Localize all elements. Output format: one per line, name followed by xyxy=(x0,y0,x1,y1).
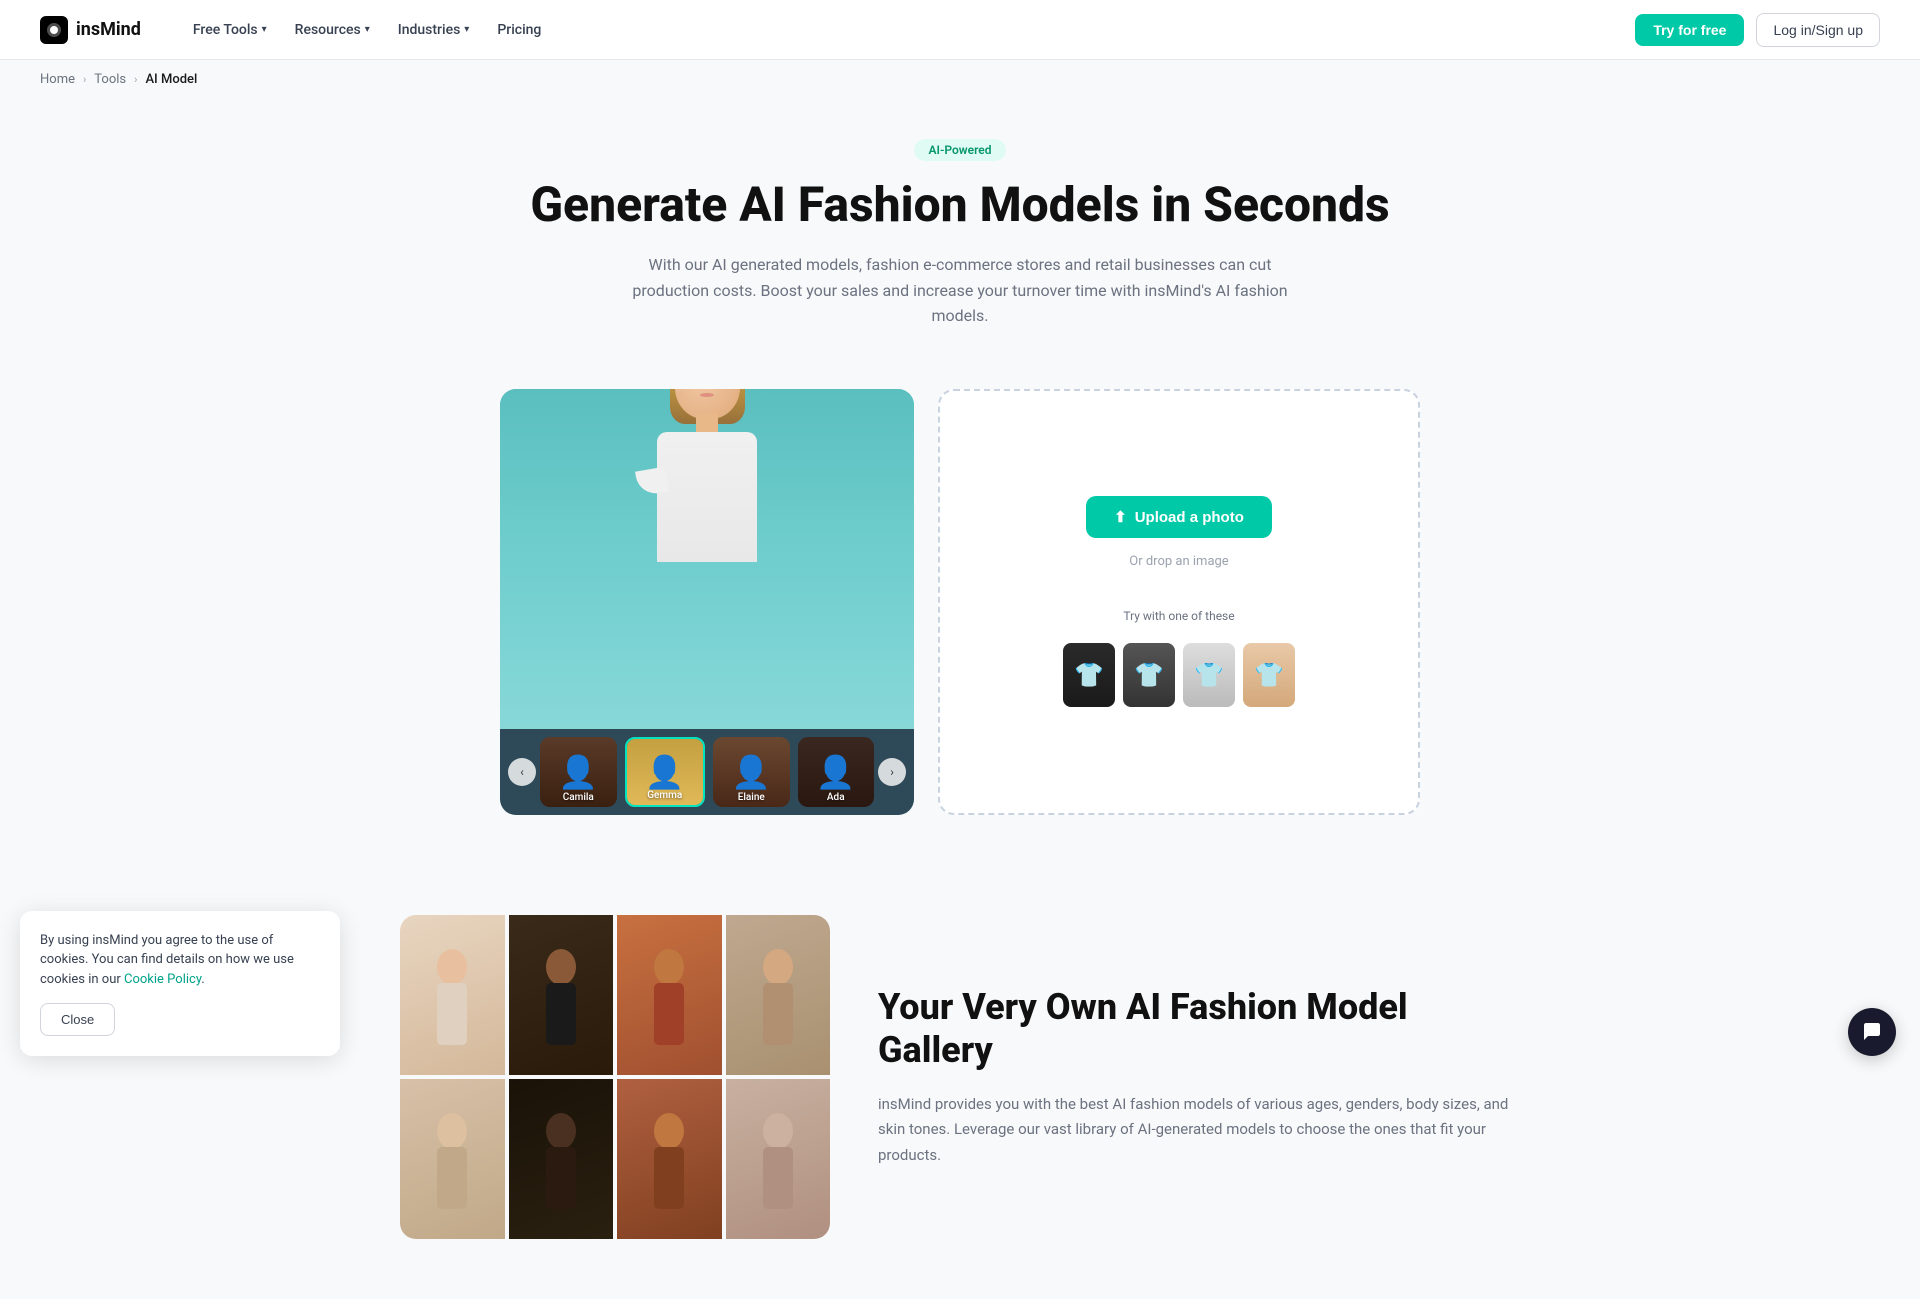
breadcrumb: Home › Tools › AI Model xyxy=(0,60,1920,99)
logo-text: insMind xyxy=(76,19,141,40)
sample-thumb-3[interactable]: 👕 xyxy=(1183,643,1235,707)
sample-light: 👕 xyxy=(1183,643,1235,707)
cookie-close-button[interactable]: Close xyxy=(40,1003,115,1036)
nav-industries[interactable]: Industries ▾ xyxy=(386,14,482,46)
model-name-camila: Camila xyxy=(540,792,617,803)
model-thumb-camila[interactable]: 👤 Camila xyxy=(540,737,617,807)
cookie-banner: By using insMind you agree to the use of… xyxy=(20,911,340,1057)
model-thumb-gemma[interactable]: 👤 Gemma xyxy=(625,737,706,807)
cookie-policy-link[interactable]: Cookie Policy xyxy=(124,972,201,987)
model-thumb-elaine[interactable]: 👤 Elaine xyxy=(713,737,790,807)
hero-description: With our AI generated models, fashion e-… xyxy=(620,252,1300,329)
nav-items: Free Tools ▾ Resources ▾ Industries ▾ Pr… xyxy=(181,14,1603,46)
model-name-gemma: Gemma xyxy=(627,790,704,801)
prev-model-button[interactable]: ‹ xyxy=(508,758,536,786)
sample-thumb-1[interactable]: 👕 xyxy=(1063,643,1115,707)
gallery-item-4 xyxy=(726,915,831,1075)
model-display xyxy=(500,389,914,729)
gallery-item-5 xyxy=(400,1079,505,1239)
nav-free-tools[interactable]: Free Tools ▾ xyxy=(181,14,279,46)
upload-card: ⬆ Upload a photo Or drop an image Try wi… xyxy=(938,389,1420,815)
model-figure xyxy=(607,389,807,659)
gallery-title: Your Very Own AI Fashion Model Gallery xyxy=(878,986,1520,1072)
gallery-text: Your Very Own AI Fashion Model Gallery i… xyxy=(878,986,1520,1169)
chevron-down-icon: ▾ xyxy=(262,24,267,35)
chevron-down-icon: ▾ xyxy=(464,24,469,35)
demo-section: ‹ 👤 Camila 👤 Gemma 👤 Elaine 👤 Ada › ⬆ xyxy=(460,389,1460,815)
hero-title: Generate AI Fashion Models in Seconds xyxy=(40,177,1880,232)
hero-section: AI-Powered Generate AI Fashion Models in… xyxy=(0,99,1920,389)
model-thumb-ada[interactable]: 👤 Ada xyxy=(798,737,875,807)
upload-or-text: Or drop an image xyxy=(1129,554,1228,569)
model-name-elaine: Elaine xyxy=(713,792,790,803)
gallery-item-2 xyxy=(509,915,614,1075)
navbar: insMind Free Tools ▾ Resources ▾ Industr… xyxy=(0,0,1920,60)
model-neck xyxy=(696,414,718,434)
gallery-section: Your Very Own AI Fashion Model Gallery i… xyxy=(360,875,1560,1299)
sample-thumb-2[interactable]: 👕 xyxy=(1123,643,1175,707)
logo[interactable]: insMind xyxy=(40,16,141,44)
model-gallery-grid xyxy=(400,915,830,1239)
breadcrumb-sep-1: › xyxy=(83,73,86,86)
sample-thumbs: 👕 👕 👕 👕 xyxy=(1063,643,1295,707)
cookie-text: By using insMind you agree to the use of… xyxy=(40,931,320,990)
sample-thumb-4[interactable]: 👕 xyxy=(1243,643,1295,707)
upload-photo-button[interactable]: ⬆ Upload a photo xyxy=(1086,496,1272,538)
gallery-description: insMind provides you with the best AI fa… xyxy=(878,1092,1520,1169)
sample-mid: 👕 xyxy=(1123,643,1175,707)
breadcrumb-sep-2: › xyxy=(134,73,137,86)
login-button[interactable]: Log in/Sign up xyxy=(1756,13,1880,47)
sample-dark: 👕 xyxy=(1063,643,1115,707)
chevron-down-icon: ▾ xyxy=(365,24,370,35)
breadcrumb-tools[interactable]: Tools xyxy=(94,72,126,87)
logo-icon xyxy=(40,16,68,44)
nav-actions: Try for free Log in/Sign up xyxy=(1635,13,1880,47)
breadcrumb-home[interactable]: Home xyxy=(40,72,75,87)
model-preview-card: ‹ 👤 Camila 👤 Gemma 👤 Elaine 👤 Ada › xyxy=(500,389,914,815)
model-torso xyxy=(657,432,757,562)
gallery-item-3 xyxy=(617,915,722,1075)
upload-icon: ⬆ xyxy=(1114,508,1127,526)
ai-powered-badge: AI-Powered xyxy=(914,139,1005,161)
gallery-item-6 xyxy=(509,1079,614,1239)
nav-pricing[interactable]: Pricing xyxy=(485,14,553,46)
next-model-button[interactable]: › xyxy=(878,758,906,786)
gallery-item-7 xyxy=(617,1079,722,1239)
model-shoulder xyxy=(635,467,669,497)
nav-resources[interactable]: Resources ▾ xyxy=(283,14,382,46)
gallery-item-8 xyxy=(726,1079,831,1239)
sample-nude: 👕 xyxy=(1243,643,1295,707)
gallery-item-1 xyxy=(400,915,505,1075)
chat-widget-button[interactable] xyxy=(1848,1008,1896,1056)
try-free-button[interactable]: Try for free xyxy=(1635,14,1744,46)
try-samples-label: Try with one of these xyxy=(1123,609,1234,623)
model-name-ada: Ada xyxy=(798,792,875,803)
breadcrumb-current: AI Model xyxy=(145,72,197,87)
